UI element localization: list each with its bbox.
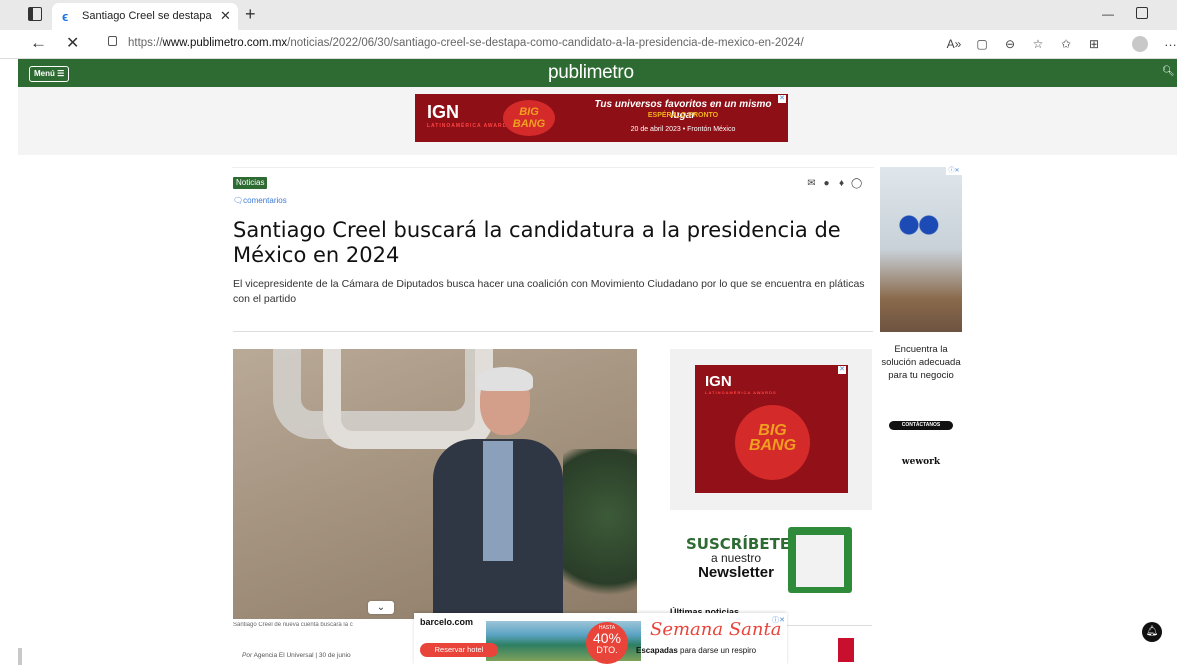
bottom-sticky-ad[interactable]: barcelo.com Reservar hotel HASTA 40% DTO… xyxy=(414,613,787,665)
add-favorite-icon[interactable]: ☆ xyxy=(1024,35,1052,53)
ad-date: 20 de abril 2023 • Frontón México xyxy=(630,126,736,133)
sidebar-bottom-ad[interactable] xyxy=(838,638,854,662)
collections-icon[interactable]: ⊞ xyxy=(1080,35,1108,53)
wework-cta-button[interactable]: CONTÁCTANOS xyxy=(889,421,953,430)
bottom-ad-close-icon[interactable]: ⓘ✕ xyxy=(772,615,785,625)
ad-close-icon[interactable]: ✕ xyxy=(778,95,786,103)
chevron-down-icon[interactable]: ⌄ xyxy=(368,601,394,614)
facebook-share-icon[interactable]: ● xyxy=(821,178,832,189)
immersive-reader-icon[interactable]: ▢ xyxy=(968,35,996,53)
article-byline: Por Agencia El Universal | 30 de junio xyxy=(242,652,351,659)
wework-logo: wework xyxy=(901,457,941,467)
sidebar-ad[interactable]: IGN LATINOAMÉRICA AWARDS BIG BANG ✕ xyxy=(695,365,848,493)
url-prefix: https:// xyxy=(128,37,163,49)
ign-logo: IGN LATINOAMÉRICA AWARDS xyxy=(427,102,512,129)
back-icon[interactable]: ← xyxy=(30,33,47,53)
wework-ad[interactable]: ⓘ✕ Encuentra la solución adecuada para t… xyxy=(880,167,962,472)
browser-toolbar: ← ✕ https://www.publimetro.com.mx/notici… xyxy=(0,30,1177,59)
category-badge[interactable]: Noticias xyxy=(233,177,268,189)
ad-choices-icon[interactable]: ⓘ✕ xyxy=(946,167,962,175)
notification-bell-icon[interactable]: 🔔︎ xyxy=(1142,622,1162,642)
photo-caption: Santiago Creel de nueva cuenta buscará l… xyxy=(233,622,353,628)
discount-badge: HASTA 40% DTO. xyxy=(586,622,628,664)
photo-wall-logo-inner xyxy=(323,349,493,449)
photo-person-shirt xyxy=(483,441,513,561)
stop-loading-icon[interactable]: ✕ xyxy=(66,33,79,53)
minimize-icon[interactable]: — xyxy=(1102,7,1114,21)
site-info-icon[interactable] xyxy=(108,36,117,46)
maximize-icon[interactable] xyxy=(1136,7,1148,19)
site-logo[interactable]: publimetro xyxy=(548,62,634,84)
favicon-icon: ϵ xyxy=(62,9,69,24)
toolbar-icons: A» ▢ ⊖ ☆ ✩ ⊞ xyxy=(940,35,1108,53)
favorites-icon[interactable]: ✩ xyxy=(1052,35,1080,53)
tab-close-icon[interactable]: ✕ xyxy=(220,8,231,24)
site-header: Menú ☰ publimetro 🔍︎ xyxy=(18,59,1177,87)
search-icon[interactable]: 🔍︎ xyxy=(1162,66,1175,77)
article-subheadline: El vicepresidente de la Cámara de Diputa… xyxy=(233,278,865,305)
read-aloud-icon[interactable]: A» xyxy=(940,35,968,53)
photo-plant xyxy=(563,449,637,619)
article-top-divider xyxy=(232,167,874,168)
ad-tagline: Escapadas para darse un respiro xyxy=(636,646,757,655)
newsletter-promo[interactable]: SUSCRÍBETE a nuestro Newsletter xyxy=(670,525,872,595)
address-bar[interactable]: https://www.publimetro.com.mx/noticias/2… xyxy=(128,37,804,49)
sidebar-ign-logo: IGN LATINOAMÉRICA AWARDS xyxy=(705,373,777,395)
whatsapp-share-icon[interactable]: ◯ xyxy=(851,178,862,189)
url-domain: www.publimetro.com.mx xyxy=(162,37,288,49)
newsletter-text: SUSCRÍBETE a nuestro Newsletter xyxy=(686,535,791,581)
wework-ad-image xyxy=(880,167,962,332)
zoom-icon[interactable]: ⊖ xyxy=(996,35,1024,53)
tab-actions-icon[interactable] xyxy=(28,7,42,21)
newsletter-phone-image xyxy=(788,527,852,593)
browser-tab[interactable]: ϵ Santiago Creel se destapa como ✕ xyxy=(52,3,238,30)
browser-tab-bar: ϵ Santiago Creel se destapa como ✕ + — xyxy=(0,0,1177,30)
sidebar-big-bang-logo: BIG BANG xyxy=(735,405,810,480)
profile-icon[interactable] xyxy=(1132,36,1148,52)
share-bar: ✉ ● ♦ ◯ xyxy=(806,178,862,189)
menu-button[interactable]: Menú ☰ xyxy=(29,66,70,82)
scrollbar[interactable] xyxy=(18,648,22,665)
twitter-share-icon[interactable]: ♦ xyxy=(836,178,847,189)
ad-subline: ESPÉRALO PRONTO xyxy=(647,112,719,119)
top-ad-banner[interactable]: IGN LATINOAMÉRICA AWARDS BIG BANG Tus uni… xyxy=(415,94,788,142)
article-headline: Santiago Creel buscará la candidatura a … xyxy=(233,218,841,267)
sidebar-ad-container: IGN LATINOAMÉRICA AWARDS BIG BANG ✕ xyxy=(670,349,872,510)
big-bang-logo: BIG BANG xyxy=(503,100,555,136)
url-path: /noticias/2022/06/30/santiago-creel-se-d… xyxy=(287,37,804,49)
photo-person-hair xyxy=(477,367,533,391)
top-ad-band: IGN LATINOAMÉRICA AWARDS BIG BANG Tus uni… xyxy=(18,87,1177,155)
article-photo[interactable] xyxy=(233,349,637,619)
more-options-icon[interactable]: … xyxy=(1164,34,1177,49)
reserve-hotel-button[interactable]: Reservar hotel xyxy=(420,643,498,657)
wework-ad-text: Encuentra la solución adecuada para tu n… xyxy=(881,344,961,381)
article-divider xyxy=(233,331,873,332)
email-share-icon[interactable]: ✉ xyxy=(806,178,817,189)
ad-domain: barcelo.com xyxy=(420,617,474,627)
ad-title: Semana Santa xyxy=(650,619,782,640)
sidebar-ad-close-icon[interactable]: ✕ xyxy=(838,366,846,374)
new-tab-icon[interactable]: + xyxy=(245,5,256,23)
comments-link[interactable]: 🗨︎comentarios xyxy=(233,196,287,205)
tab-title: Santiago Creel se destapa como xyxy=(82,10,212,22)
